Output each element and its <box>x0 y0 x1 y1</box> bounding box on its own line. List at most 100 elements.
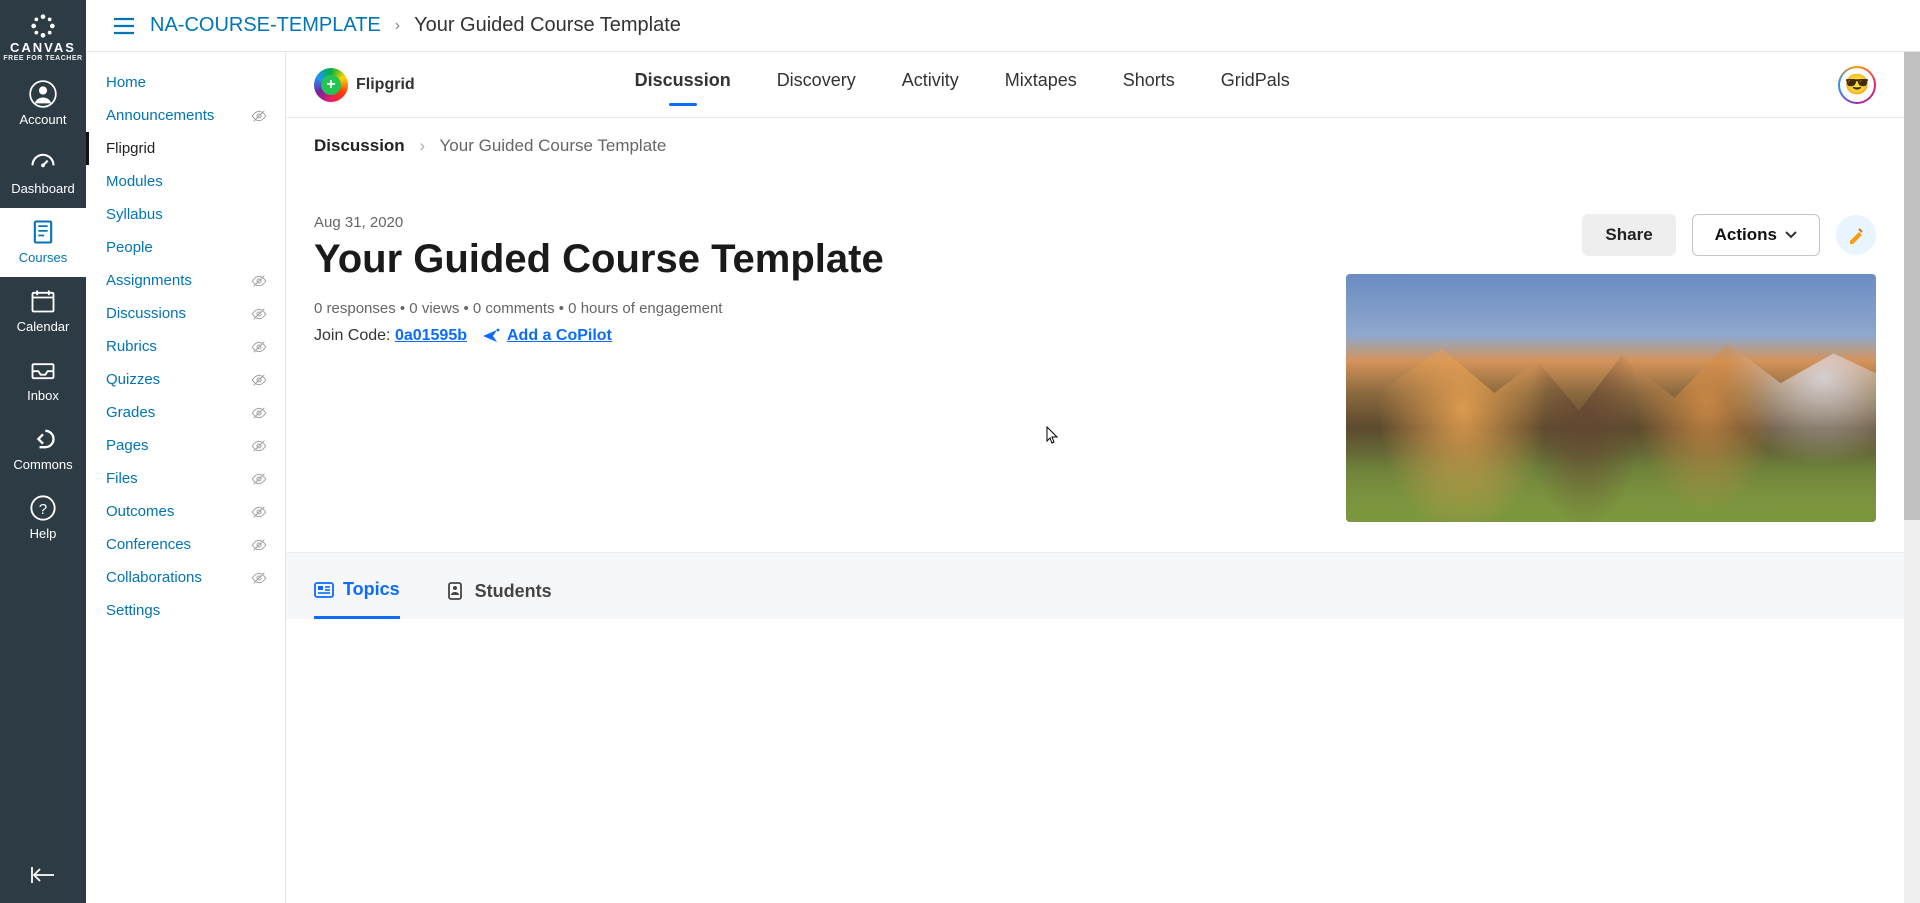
coursenav-link[interactable]: Settings <box>106 602 160 619</box>
flipgrid-tab-gridpals[interactable]: GridPals <box>1221 64 1290 105</box>
globalnav-courses[interactable]: Courses <box>0 208 86 277</box>
coursenav-item-discussions[interactable]: Discussions <box>86 297 285 330</box>
vertical-scrollbar[interactable]: ▲ <box>1904 52 1920 903</box>
subtab-topics[interactable]: Topics <box>314 579 400 619</box>
globalnav-inbox[interactable]: Inbox <box>0 346 86 415</box>
hidden-icon <box>251 504 267 520</box>
coursenav-item-flipgrid[interactable]: Flipgrid <box>86 132 285 165</box>
hidden-icon <box>251 339 267 355</box>
hidden-icon <box>251 438 267 454</box>
discussion-date: Aug 31, 2020 <box>314 214 1306 231</box>
collapse-global-nav[interactable] <box>30 847 56 903</box>
flipgrid-logo-icon: + <box>314 68 348 102</box>
globalnav-account[interactable]: Account <box>0 70 86 139</box>
breadcrumb-page: Your Guided Course Template <box>414 14 681 37</box>
coursenav-link[interactable]: Grades <box>106 404 155 421</box>
copilot-icon <box>481 327 501 345</box>
coursenav-item-assignments[interactable]: Assignments <box>86 264 285 297</box>
coursenav-item-files[interactable]: Files <box>86 462 285 495</box>
coursenav-link[interactable]: Pages <box>106 437 149 454</box>
collapse-icon <box>30 865 56 885</box>
flipgrid-tabs: Discussion Discovery Activity Mixtapes Short… <box>635 64 1290 105</box>
breadcrumb-separator: › <box>395 17 400 35</box>
coursenav-item-quizzes[interactable]: Quizzes <box>86 363 285 396</box>
edit-button[interactable] <box>1836 215 1876 255</box>
coursenav-link[interactable]: Rubrics <box>106 338 157 355</box>
pencil-icon <box>1847 226 1865 244</box>
coursenav-item-people[interactable]: People <box>86 231 285 264</box>
canvas-global-nav: CANVAS FREE FOR TEACHER Account Dashboar… <box>0 0 86 903</box>
discussion-cover-image <box>1346 274 1876 522</box>
svg-text:?: ? <box>39 501 47 518</box>
coursenav-item-announcements[interactable]: Announcements <box>86 99 285 132</box>
flipgrid-tab-activity[interactable]: Activity <box>902 64 959 105</box>
coursenav-item-home[interactable]: Home <box>86 66 285 99</box>
flipgrid-breadcrumb-section[interactable]: Discussion <box>314 136 405 155</box>
coursenav-link[interactable]: Outcomes <box>106 503 174 520</box>
globalnav-dashboard[interactable]: Dashboard <box>0 139 86 208</box>
coursenav-link[interactable]: Syllabus <box>106 206 163 223</box>
flipgrid-tab-mixtapes[interactable]: Mixtapes <box>1005 64 1077 105</box>
actions-button[interactable]: Actions <box>1692 214 1820 256</box>
coursenav-item-grades[interactable]: Grades <box>86 396 285 429</box>
coursenav-link[interactable]: Assignments <box>106 272 192 289</box>
join-code-link[interactable]: 0a01595b <box>395 327 467 344</box>
discussion-title: Your Guided Course Template <box>314 237 1306 282</box>
subtab-students[interactable]: Students <box>446 579 552 619</box>
coursenav-link[interactable]: Conferences <box>106 536 191 553</box>
discussion-stats: 0 responses • 0 views • 0 comments • 0 h… <box>314 300 1306 317</box>
hidden-icon <box>251 537 267 553</box>
coursenav-item-conferences[interactable]: Conferences <box>86 528 285 561</box>
canvas-logo-icon <box>29 12 57 40</box>
flipgrid-avatar[interactable]: 😎 <box>1838 66 1876 104</box>
flipgrid-breadcrumb: Discussion › Your Guided Course Template <box>286 118 1904 164</box>
globalnav-commons[interactable]: Commons <box>0 415 86 484</box>
hidden-icon <box>251 306 267 322</box>
flipgrid-subtabs: Topics Students <box>286 552 1904 619</box>
courses-icon <box>29 218 57 246</box>
flipgrid-logo[interactable]: + Flipgrid <box>314 68 415 102</box>
flipgrid-breadcrumb-title: Your Guided Course Template <box>440 136 667 155</box>
flipgrid-tab-discussion[interactable]: Discussion <box>635 64 731 105</box>
share-button[interactable]: Share <box>1582 214 1675 256</box>
globalnav-help[interactable]: ? Help <box>0 484 86 553</box>
account-icon <box>29 80 57 108</box>
dashboard-icon <box>29 149 57 177</box>
course-nav: Home Announcements Flipgrid Modules Syllabus… <box>86 52 286 903</box>
canvas-logo[interactable]: CANVAS FREE FOR TEACHER <box>3 12 82 70</box>
coursenav-item-rubrics[interactable]: Rubrics <box>86 330 285 363</box>
coursenav-link[interactable]: Announcements <box>106 107 214 124</box>
coursenav-item-collaborations[interactable]: Collaborations <box>86 561 285 594</box>
chevron-down-icon <box>1785 231 1797 239</box>
coursenav-item-syllabus[interactable]: Syllabus <box>86 198 285 231</box>
coursenav-link[interactable]: Quizzes <box>106 371 160 388</box>
coursenav-link[interactable]: People <box>106 239 153 256</box>
hidden-icon <box>251 372 267 388</box>
flipgrid-tab-discovery[interactable]: Discovery <box>777 64 856 105</box>
hamburger-icon[interactable] <box>112 16 136 36</box>
coursenav-item-modules[interactable]: Modules <box>86 165 285 198</box>
hidden-icon <box>251 273 267 289</box>
calendar-icon <box>29 287 57 315</box>
flipgrid-header: + Flipgrid Discussion Discovery Activity Mi… <box>286 52 1904 118</box>
commons-icon <box>29 425 57 453</box>
coursenav-link[interactable]: Home <box>106 74 146 91</box>
coursenav-link[interactable]: Discussions <box>106 305 186 322</box>
students-icon <box>446 582 466 600</box>
breadcrumb-course[interactable]: NA-COURSE-TEMPLATE <box>150 14 381 37</box>
flipgrid-frame: + Flipgrid Discussion Discovery Activity Mi… <box>286 52 1904 619</box>
topics-icon <box>314 581 334 599</box>
help-icon: ? <box>29 494 57 522</box>
flipgrid-tab-shorts[interactable]: Shorts <box>1123 64 1175 105</box>
coursenav-item-pages[interactable]: Pages <box>86 429 285 462</box>
globalnav-calendar[interactable]: Calendar <box>0 277 86 346</box>
coursenav-link[interactable]: Flipgrid <box>106 140 155 157</box>
add-copilot-link[interactable]: Add a CoPilot <box>481 327 612 345</box>
coursenav-link[interactable]: Collaborations <box>106 569 202 586</box>
coursenav-link[interactable]: Files <box>106 470 138 487</box>
coursenav-item-outcomes[interactable]: Outcomes <box>86 495 285 528</box>
coursenav-link[interactable]: Modules <box>106 173 163 190</box>
scrollbar-thumb[interactable] <box>1904 52 1920 520</box>
hidden-icon <box>251 570 267 586</box>
coursenav-item-settings[interactable]: Settings <box>86 594 285 627</box>
